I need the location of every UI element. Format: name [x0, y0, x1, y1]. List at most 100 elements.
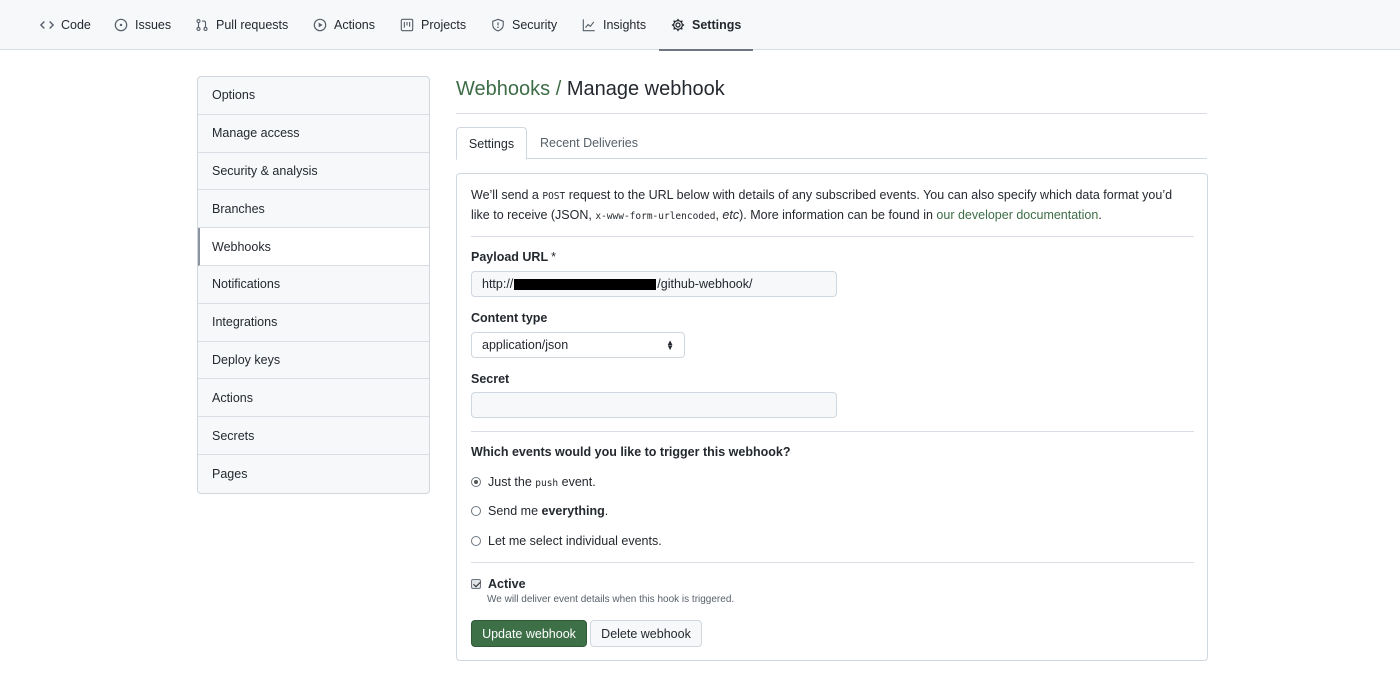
gear-icon	[671, 18, 685, 32]
intro-code-urlencoded: x-www-form-urlencoded	[595, 211, 716, 222]
divider	[471, 236, 1194, 237]
payload-url-label-text: Payload URL	[471, 250, 549, 264]
project-icon	[400, 18, 414, 32]
tab-settings[interactable]: Settings	[456, 127, 527, 160]
nav-projects-label: Projects	[421, 18, 467, 32]
divider	[471, 431, 1194, 432]
nav-issues[interactable]: Issues	[114, 0, 171, 50]
sidebar-item-deploy-keys[interactable]: Deploy keys	[198, 342, 429, 380]
sidebar-item-secrets[interactable]: Secrets	[198, 417, 429, 455]
settings-sidebar: Options Manage access Security & analysi…	[197, 76, 430, 494]
nav-settings-label: Settings	[692, 18, 742, 32]
radio-select-events-label: Let me select individual events.	[488, 534, 662, 548]
active-label: Active	[488, 577, 526, 591]
sidebar-item-label: Pages	[212, 466, 248, 481]
sidebar-item-label: Manage access	[212, 126, 300, 141]
developer-docs-link[interactable]: our developer documentation	[936, 208, 1098, 222]
sidebar-item-branches[interactable]: Branches	[198, 190, 429, 229]
nav-security[interactable]: Security	[491, 0, 557, 50]
update-webhook-button[interactable]: Update webhook	[471, 620, 587, 647]
sidebar-item-manage-access[interactable]: Manage access	[198, 115, 429, 153]
nav-actions[interactable]: Actions	[313, 0, 375, 50]
radio-everything-text: .	[604, 504, 609, 518]
content-type-value: application/json	[482, 338, 569, 352]
secret-label: Secret	[471, 372, 510, 386]
radio-button[interactable]	[471, 506, 481, 516]
payload-url-label: Payload URL *	[471, 250, 556, 264]
radio-button[interactable]	[471, 536, 481, 546]
radio-everything-label: Send me everything.	[488, 504, 608, 518]
intro-text-part: We’ll send a	[471, 188, 543, 202]
nav-code-label: Code	[61, 18, 91, 32]
radio-push-text: event.	[558, 475, 596, 489]
secret-input[interactable]	[471, 392, 837, 418]
nav-insights-label: Insights	[603, 18, 647, 32]
content-type-label: Content type	[471, 311, 548, 325]
sidebar-item-pages[interactable]: Pages	[198, 455, 429, 493]
sidebar-item-label: Secrets	[212, 428, 255, 443]
redacted-host	[514, 278, 657, 290]
sidebar-item-options[interactable]: Options	[198, 77, 429, 115]
webhook-form-panel: We’ll send a POST request to the URL bel…	[456, 173, 1208, 661]
nav-security-label: Security	[512, 18, 558, 32]
play-icon	[313, 18, 327, 32]
active-note: We will deliver event details when this …	[487, 594, 735, 605]
required-mark: *	[551, 250, 556, 264]
radio-push-label: Just the push event.	[488, 475, 596, 489]
nav-code[interactable]: Code	[40, 0, 91, 50]
sidebar-item-actions[interactable]: Actions	[198, 379, 429, 418]
radio-everything[interactable]: Send me everything.	[471, 504, 608, 518]
radio-select-events[interactable]: Let me select individual events.	[471, 534, 662, 548]
issue-icon	[114, 18, 128, 32]
sidebar-item-security-analysis[interactable]: Security & analysis	[198, 153, 429, 191]
sidebar-item-integrations[interactable]: Integrations	[198, 304, 429, 342]
intro-text: We’ll send a POST request to the URL bel…	[471, 186, 1186, 226]
page-title-text: Manage webhook	[566, 78, 725, 100]
breadcrumb-webhooks-link[interactable]: Webhooks	[456, 78, 550, 100]
tab-recent-deliveries[interactable]: Recent Deliveries	[540, 127, 638, 159]
radio-push-code: push	[535, 478, 559, 489]
intro-code-post: POST	[542, 191, 566, 202]
breadcrumb-separator: /	[555, 78, 562, 100]
webhook-tabs: Settings Recent Deliveries	[456, 127, 1207, 160]
radio-everything-text: Send me	[488, 504, 542, 518]
nav-settings[interactable]: Settings	[658, 0, 754, 51]
delete-webhook-button[interactable]: Delete webhook	[590, 620, 702, 647]
intro-text-part: .	[1098, 208, 1102, 222]
page-title: Webhooks / Manage webhook	[456, 78, 1207, 114]
events-question: Which events would you like to trigger t…	[471, 445, 791, 459]
nav-pull-requests[interactable]: Pull requests	[195, 0, 288, 50]
nav-projects[interactable]: Projects	[400, 0, 466, 50]
payload-url-input[interactable]: http:// /github-webhook/	[471, 271, 837, 297]
sidebar-item-webhooks[interactable]: Webhooks	[198, 228, 429, 266]
active-checkbox-row[interactable]: Active	[471, 577, 526, 591]
shield-icon	[492, 18, 504, 32]
select-arrows-icon: ▲ ▼	[666, 338, 674, 352]
radio-push-event[interactable]: Just the push event.	[471, 475, 596, 489]
sidebar-item-label: Deploy keys	[212, 352, 281, 367]
content-type-select[interactable]: application/json ▲ ▼	[471, 332, 685, 358]
nav-issues-label: Issues	[135, 18, 172, 32]
sidebar-item-label: Notifications	[212, 277, 281, 292]
sidebar-item-label: Options	[212, 88, 256, 103]
pull-request-icon	[196, 19, 208, 31]
intro-etc: etc	[722, 208, 740, 222]
sidebar-item-label: Actions	[212, 390, 253, 405]
payload-url-prefix: http://	[482, 277, 514, 291]
graph-icon	[582, 19, 595, 32]
sidebar-item-notifications[interactable]: Notifications	[198, 266, 429, 304]
code-icon	[40, 21, 54, 29]
nav-actions-label: Actions	[334, 18, 375, 32]
nav-insights[interactable]: Insights	[582, 0, 646, 50]
radio-button[interactable]	[471, 477, 481, 487]
sidebar-item-label: Webhooks	[212, 239, 271, 254]
sidebar-item-label: Integrations	[212, 315, 278, 330]
intro-text-part: ). More information can be found in	[739, 208, 937, 222]
radio-push-text: Just the	[488, 475, 536, 489]
radio-everything-bold: everything	[541, 504, 605, 518]
divider	[471, 562, 1194, 563]
nav-pull-requests-label: Pull requests	[216, 18, 289, 32]
repo-nav: Code Issues Pull requests Actions Projec…	[0, 0, 1400, 51]
sidebar-item-label: Security & analysis	[212, 163, 318, 178]
active-checkbox[interactable]	[471, 579, 481, 589]
